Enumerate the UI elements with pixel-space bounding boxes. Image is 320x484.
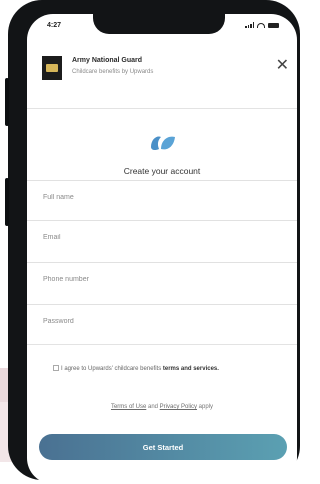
legal-links: Terms of Use and Privacy Policy apply: [27, 404, 297, 410]
form-title: Create your account: [123, 166, 201, 176]
status-icons: [245, 22, 279, 28]
consent-row: I agree to Upwards' childcare benefits t…: [53, 364, 283, 374]
terms-of-use-link[interactable]: Terms of Use: [111, 404, 146, 410]
phone-side-button: [5, 178, 9, 226]
email-input[interactable]: [43, 234, 283, 241]
links-and-text: and: [146, 404, 160, 410]
full-name-input[interactable]: [43, 194, 283, 201]
close-icon[interactable]: ✕: [276, 58, 289, 74]
app-screen: 4:27 Army National Guard Childcare benef…: [27, 14, 297, 484]
upwards-logo-icon: [151, 136, 175, 151]
organization-logo-icon: [42, 56, 62, 80]
fields-bottom-divider: [27, 344, 297, 345]
links-apply-text: apply: [197, 404, 214, 410]
signal-icon: [245, 22, 254, 28]
organization-header: Army National Guard Childcare benefits b…: [42, 54, 289, 88]
battery-icon: [268, 22, 279, 28]
privacy-policy-link[interactable]: Privacy Policy: [160, 404, 197, 410]
get-started-button[interactable]: Get Started: [39, 434, 287, 460]
organization-name: Army National Guard: [72, 57, 143, 64]
phone-side-button: [5, 78, 9, 126]
header-divider: [27, 108, 297, 109]
password-field[interactable]: [27, 304, 297, 344]
consent-checkbox[interactable]: [53, 365, 59, 371]
phone-field[interactable]: [27, 262, 297, 302]
phone-notch: [93, 14, 225, 34]
consent-terms-link[interactable]: terms and services.: [163, 366, 219, 372]
consent-text: I agree to Upwards' childcare benefits: [61, 366, 163, 372]
password-input[interactable]: [43, 318, 283, 325]
email-field[interactable]: [27, 220, 297, 260]
wifi-icon: [257, 22, 265, 28]
phone-frame: 4:27 Army National Guard Childcare benef…: [5, 0, 300, 484]
phone-input[interactable]: [43, 276, 283, 283]
organization-subtitle: Childcare benefits by Upwards: [72, 69, 154, 75]
status-time: 4:27: [47, 22, 62, 29]
full-name-field[interactable]: [27, 180, 297, 220]
